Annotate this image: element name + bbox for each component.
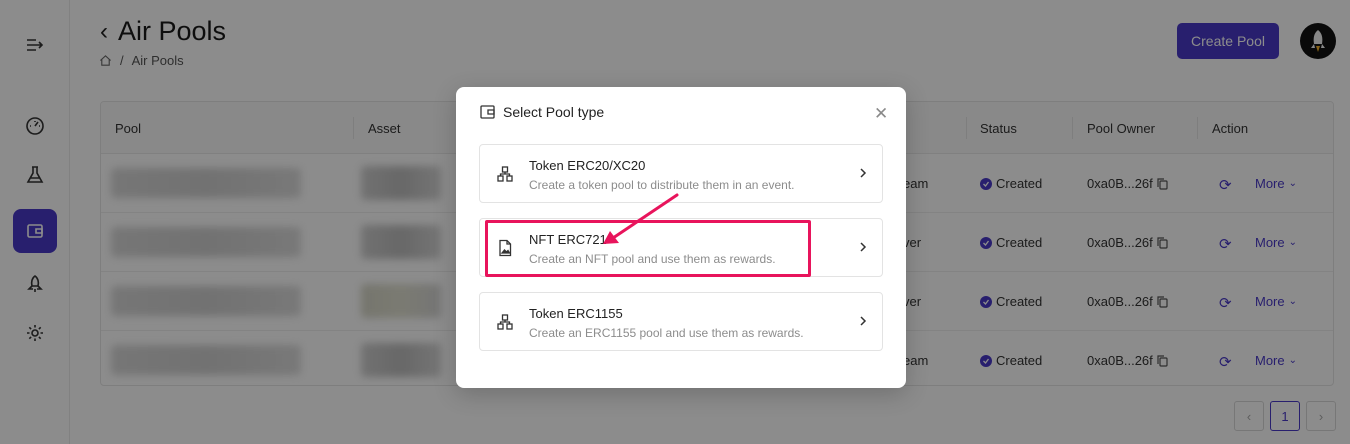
annotation-arrow (603, 193, 679, 244)
